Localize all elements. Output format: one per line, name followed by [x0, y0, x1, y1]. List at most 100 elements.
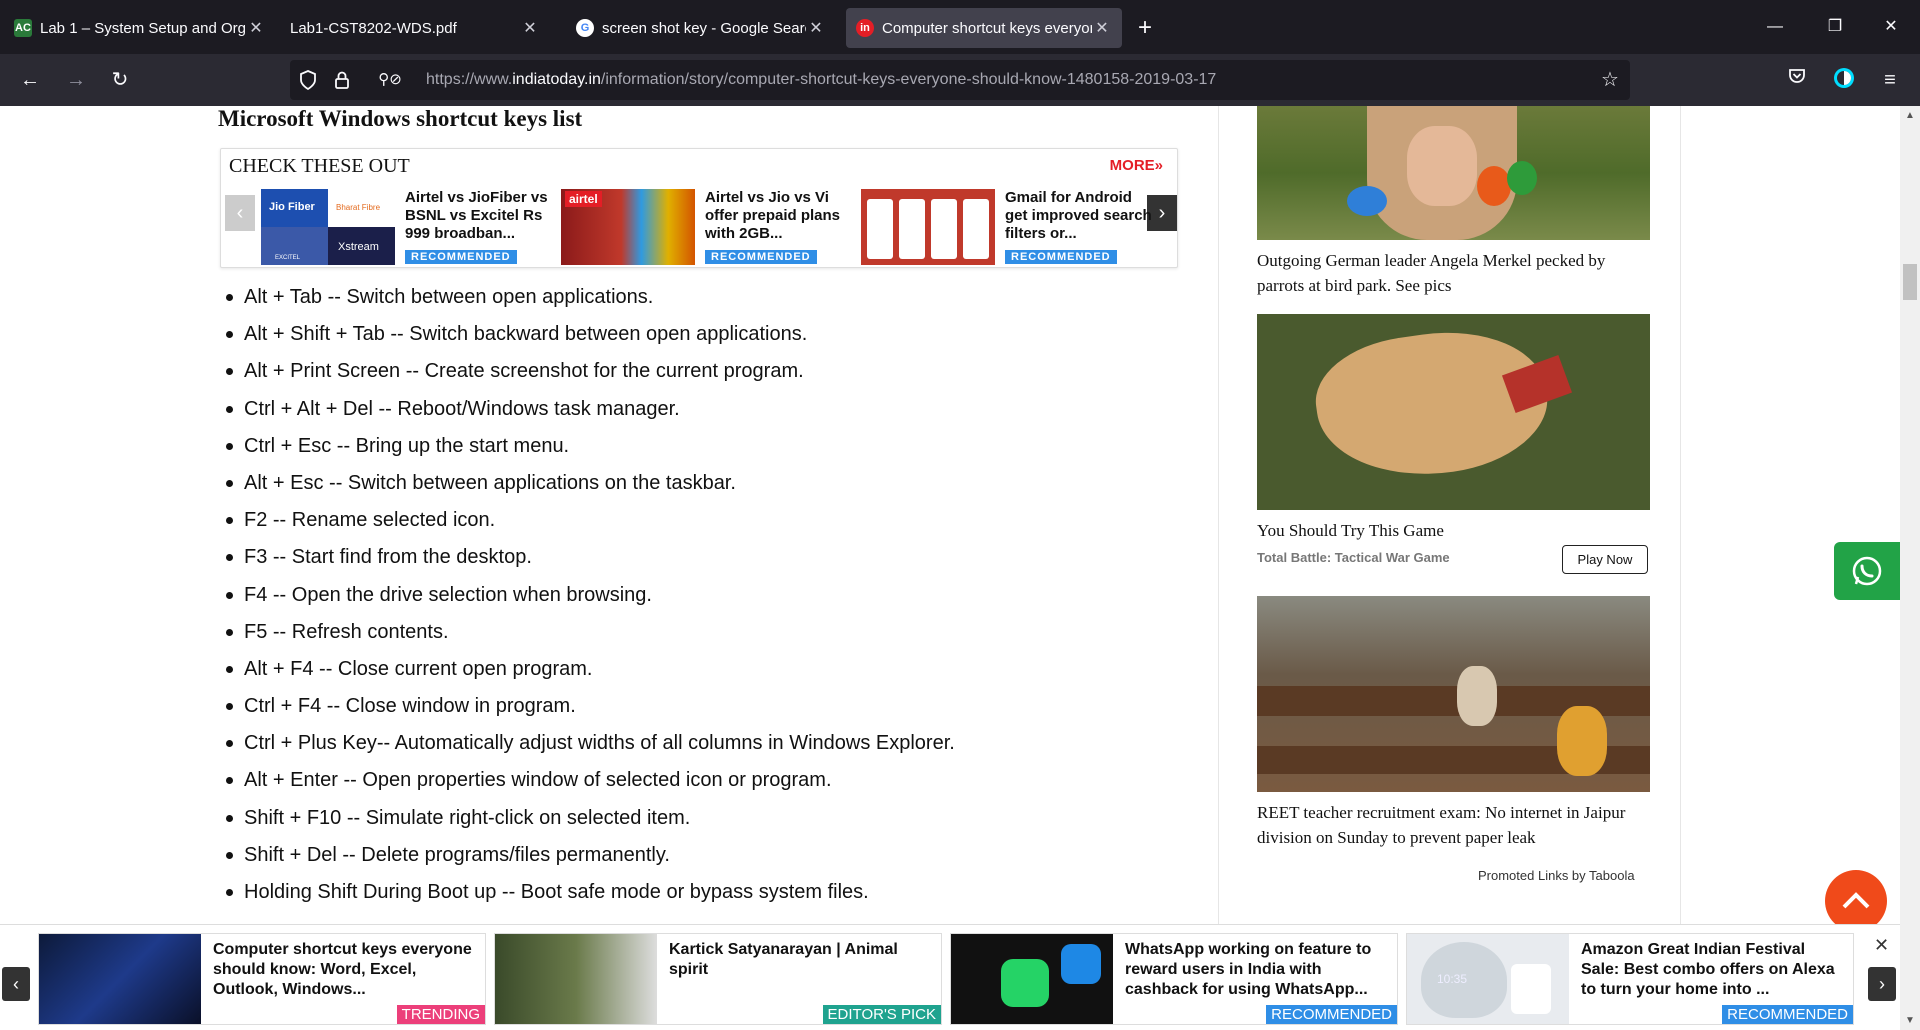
list-item: Alt + F4 -- Close current open program. [226, 658, 955, 695]
widget-item-title: Gmail for Android get improved search fi… [1005, 189, 1152, 242]
tab-lab1[interactable]: AC Lab 1 – System Setup and Orga ✕ [4, 8, 276, 48]
airtel-logo: airtel [565, 191, 602, 207]
scrollbar-thumb[interactable] [1903, 264, 1917, 300]
list-item: Ctrl + Alt + Del -- Reboot/Windows task … [226, 398, 955, 435]
strip-card-title: Kartick Satyanarayan | Animal spirit [669, 941, 898, 978]
sidebar-card-title: REET teacher recruitment exam: No intern… [1257, 803, 1626, 847]
echo-dot-image: 10:35 [1407, 934, 1569, 1024]
list-item: F4 -- Open the drive selection when brow… [226, 584, 955, 621]
scroll-up-icon[interactable]: ▲ [1900, 110, 1920, 121]
tab-title: Lab 1 – System Setup and Orga [40, 19, 246, 37]
recommended-badge: RECOMMENDED [705, 250, 817, 264]
url-text[interactable]: https://www.indiatoday.in/information/st… [426, 71, 1216, 89]
sidebar-card-title: You Should Try This Game [1257, 521, 1444, 540]
widget-thumbnail: airtel [561, 189, 695, 265]
scroll-down-icon[interactable]: ▼ [1900, 1015, 1920, 1026]
game-ad-image [1257, 314, 1650, 510]
play-now-button[interactable]: Play Now [1562, 545, 1648, 574]
lock-icon[interactable] [332, 70, 352, 90]
strip-prev-arrow-icon[interactable]: ‹ [2, 967, 30, 1001]
list-item: Ctrl + F4 -- Close window in program. [226, 695, 955, 732]
forward-icon[interactable]: → [62, 66, 90, 94]
restore-icon[interactable]: ❐ [1820, 14, 1850, 40]
strip-card-title: Amazon Great Indian Festival Sale: Best … [1581, 941, 1835, 998]
widget-item[interactable]: Jio Fiber Bharat Fibre EXCITEL Xstream A… [261, 189, 557, 267]
reload-icon[interactable]: ↻ [106, 66, 134, 94]
list-item: Alt + Shift + Tab -- Switch backward bet… [226, 323, 955, 360]
pocket-icon[interactable] [1783, 66, 1811, 94]
close-icon[interactable]: ✕ [246, 18, 266, 38]
strip-card[interactable]: WhatsApp working on feature to reward us… [950, 933, 1398, 1025]
list-item: F3 -- Start find from the desktop. [226, 546, 955, 583]
recommendation-strip: ‹ Computer shortcut keys everyone should… [0, 924, 1900, 1030]
widget-item[interactable]: Gmail for Android get improved search fi… [861, 189, 1157, 267]
tab-google-search[interactable]: G screen shot key - Google Search ✕ [566, 8, 836, 48]
menu-icon[interactable]: ≡ [1876, 66, 1904, 94]
tab-title: screen shot key - Google Search [602, 19, 806, 37]
bookmark-star-icon[interactable]: ☆ [1600, 70, 1620, 90]
sidebar-card-title: Outgoing German leader Angela Merkel pec… [1257, 251, 1606, 295]
sidebar-card[interactable]: REET teacher recruitment exam: No intern… [1257, 596, 1650, 850]
tab-india-today[interactable]: in Computer shortcut keys everyon ✕ [846, 8, 1122, 48]
strip-card[interactable]: Computer shortcut keys everyone should k… [38, 933, 486, 1025]
xstream-logo: Xstream [328, 227, 395, 265]
tab-title: Computer shortcut keys everyon [882, 19, 1092, 37]
list-item: Alt + Tab -- Switch between open applica… [226, 286, 955, 323]
exam-hall-image [1257, 596, 1650, 792]
strip-card-title: WhatsApp working on feature to reward us… [1125, 941, 1372, 998]
close-icon[interactable]: ✕ [520, 18, 540, 38]
jio-fiber-logo: Jio Fiber [261, 189, 328, 227]
widget-item-title: Airtel vs JioFiber vs BSNL vs Excitel Rs… [405, 189, 548, 242]
close-strip-icon[interactable]: ✕ [1874, 935, 1889, 956]
google-favicon-icon: G [576, 19, 594, 37]
widget-prev-arrow-icon[interactable]: ‹ [225, 195, 255, 231]
tracking-shield-icon[interactable] [298, 70, 318, 91]
list-item: Ctrl + Esc -- Bring up the start menu. [226, 435, 955, 472]
column-divider [1218, 106, 1219, 926]
excitel-logo: EXCITEL [261, 227, 328, 265]
chevron-up-icon [1842, 892, 1870, 909]
recommended-badge: RECOMMENDED [1005, 250, 1117, 264]
list-item: Shift + Del -- Delete programs/files per… [226, 844, 955, 881]
sponsor-label: Total Battle: Tactical War Game [1257, 550, 1450, 565]
strip-card[interactable]: 10:35 Amazon Great Indian Festival Sale:… [1406, 933, 1854, 1025]
strip-card[interactable]: Kartick Satyanarayan | Animal spirit EDI… [494, 933, 942, 1025]
section-title: Microsoft Windows shortcut keys list [218, 106, 583, 131]
strip-next-arrow-icon[interactable]: › [1868, 967, 1896, 1001]
close-icon[interactable]: ✕ [806, 18, 826, 38]
whatsapp-share-button[interactable] [1834, 542, 1900, 600]
list-item: F2 -- Rename selected icon. [226, 509, 955, 546]
more-link[interactable]: MORE» [1110, 157, 1163, 174]
bharat-fibre-logo: Bharat Fibre [328, 189, 395, 227]
window-close-icon[interactable]: ✕ [1876, 14, 1906, 40]
tab-pdf[interactable]: Lab1-CST8202-WDS.pdf ✕ [280, 8, 550, 48]
widget-thumbnail [861, 189, 995, 265]
merkel-parrots-image [1257, 106, 1650, 240]
column-divider [1680, 106, 1681, 926]
sidebar-card[interactable]: You Should Try This Game [1257, 314, 1650, 543]
animal-spirit-image [495, 934, 657, 1024]
india-today-favicon-icon: in [856, 19, 874, 37]
widget-title: CHECK THESE OUT [229, 155, 410, 177]
echo-clock-text: 10:35 [1437, 972, 1468, 986]
editors-pick-tag: EDITOR'S PICK [822, 1005, 941, 1024]
sidebar-card[interactable]: Outgoing German leader Angela Merkel pec… [1257, 106, 1650, 298]
taboola-promoted-links[interactable]: Promoted Links by Taboola [1478, 868, 1635, 883]
new-tab-button[interactable]: + [1138, 14, 1152, 42]
recommended-badge: RECOMMENDED [405, 250, 517, 264]
close-icon[interactable]: ✕ [1092, 18, 1112, 38]
shortcut-list: Alt + Tab -- Switch between open applica… [226, 286, 955, 918]
address-bar[interactable]: ⚲⊘ https://www.indiatoday.in/information… [290, 60, 1630, 100]
list-item: F5 -- Refresh contents. [226, 621, 955, 658]
permissions-icon[interactable]: ⚲⊘ [368, 70, 412, 90]
back-icon[interactable]: ← [16, 66, 44, 94]
ac-favicon-icon: AC [14, 19, 32, 37]
widget-item-title: Airtel vs Jio vs Vi offer prepaid plans … [705, 189, 841, 242]
scroll-to-top-button[interactable] [1825, 870, 1887, 932]
vertical-scrollbar[interactable]: ▲ ▼ [1900, 106, 1920, 1030]
list-item: Alt + Esc -- Switch between applications… [226, 472, 955, 509]
account-icon[interactable] [1830, 66, 1858, 94]
widget-item[interactable]: airtel Airtel vs Jio vs Vi offer prepaid… [561, 189, 857, 267]
minimize-icon[interactable]: — [1760, 14, 1790, 40]
widget-thumbnail: Jio Fiber Bharat Fibre EXCITEL Xstream [261, 189, 395, 265]
